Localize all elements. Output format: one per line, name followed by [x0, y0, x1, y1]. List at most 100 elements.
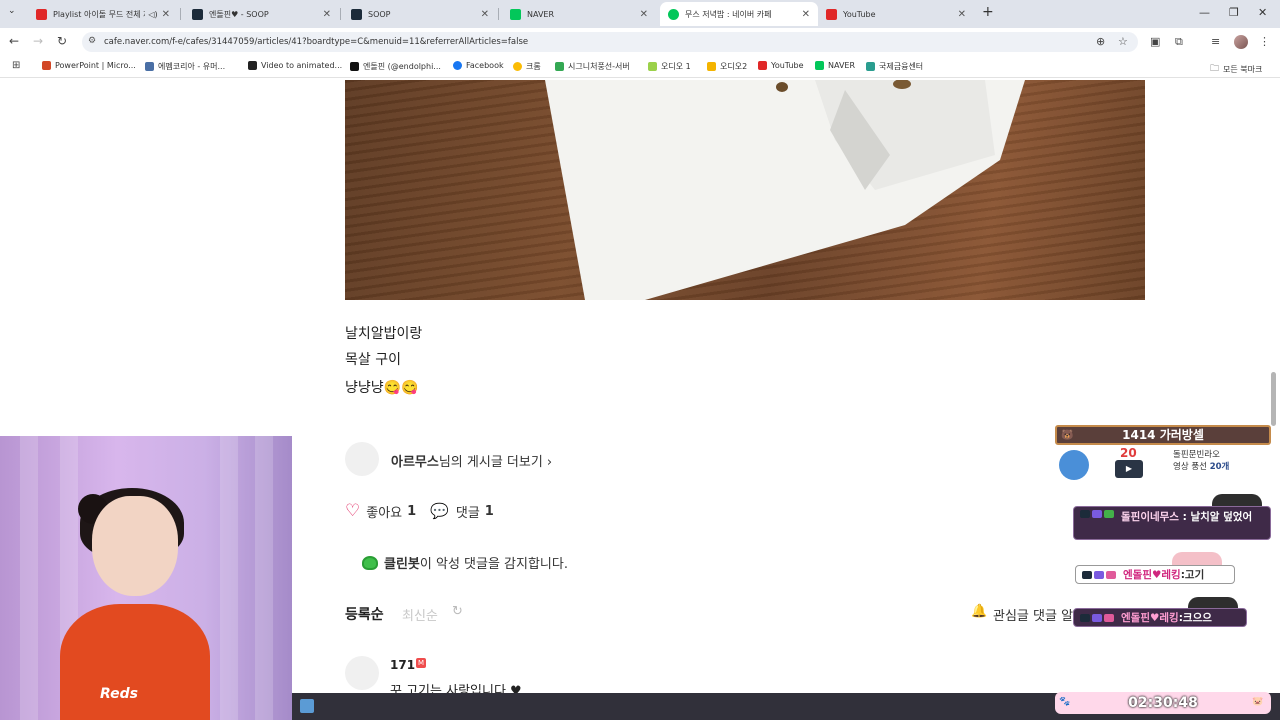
- tab-search-icon[interactable]: ⌄: [8, 6, 16, 16]
- youtube-icon: [758, 61, 767, 70]
- extension-icon[interactable]: ▣: [1150, 35, 1160, 48]
- tab-soop-endolphin[interactable]: 엔돌핀♥ - SOOP ✕: [184, 2, 339, 26]
- close-window-icon[interactable]: ✕: [1258, 6, 1267, 19]
- chat-username: 엔돌핀♥레킹: [1123, 569, 1181, 581]
- curtain-decoration: [255, 436, 273, 720]
- youtube-icon: [36, 8, 47, 20]
- webcam-overlay: Reds: [0, 436, 292, 720]
- finance-icon: [866, 62, 875, 71]
- cleanbot-name: 클린봇: [384, 557, 420, 572]
- reaction-row: ♡ 좋아요 1 💬 댓글 1: [345, 501, 508, 521]
- badge-icon: [1094, 570, 1104, 579]
- post-text-line: 목살 구이: [345, 352, 401, 368]
- new-tab-button[interactable]: +: [982, 4, 994, 20]
- chat-text: 날치알 덮었어: [1190, 511, 1253, 523]
- facebook-icon: [453, 61, 462, 70]
- media-control-icon[interactable]: ≡: [1211, 35, 1220, 48]
- watch-comment-toggle[interactable]: 관심글 댓글 알림: [993, 605, 1085, 624]
- bell-icon[interactable]: 🔔: [971, 604, 987, 619]
- bookmark-item[interactable]: 시그니처풍선-서버: [555, 61, 630, 72]
- badge-icon: [1104, 613, 1114, 622]
- bookmark-label: NAVER: [828, 61, 856, 70]
- comment-bubble-icon[interactable]: 💬: [430, 502, 449, 520]
- bookmark-item[interactable]: Video to animated...: [248, 61, 342, 70]
- close-tab-icon[interactable]: ✕: [802, 9, 810, 20]
- audio-icon: [707, 62, 716, 71]
- profile-avatar[interactable]: [1234, 35, 1248, 49]
- menu-icon[interactable]: ⋮: [1259, 35, 1270, 48]
- reload-icon[interactable]: ↻: [57, 34, 67, 48]
- badge-icon: [1104, 510, 1114, 518]
- bookmark-item[interactable]: YouTube: [758, 61, 804, 70]
- bear-icon: 🐻: [1061, 430, 1074, 441]
- puzzle-icon[interactable]: ⧉: [1175, 35, 1183, 49]
- chat-message: 돌핀이네무스 : 날치알 덮었어: [1073, 506, 1271, 540]
- tab-naver[interactable]: NAVER ✕: [502, 2, 656, 26]
- page-scrollbar[interactable]: [1271, 372, 1276, 426]
- chat-badges: [1080, 510, 1116, 518]
- comment-label[interactable]: 댓글: [456, 502, 480, 521]
- shirt-logo-text: Reds: [100, 686, 138, 702]
- comment-nickname[interactable]: 171: [390, 658, 415, 672]
- article-photo[interactable]: [345, 80, 1145, 300]
- bookmark-item[interactable]: NAVER: [815, 61, 855, 70]
- close-tab-icon[interactable]: ✕: [958, 9, 966, 20]
- taskbar-app-icon[interactable]: [300, 699, 314, 713]
- sort-newest-tab[interactable]: 최신순: [402, 605, 438, 624]
- video-icon: [248, 61, 257, 70]
- close-tab-icon[interactable]: ✕: [162, 9, 170, 20]
- bookmark-item[interactable]: 크롬: [513, 61, 541, 72]
- bookmark-label: 시그니처풍선-서버: [568, 62, 630, 71]
- site-info-icon[interactable]: ⚙: [88, 36, 96, 46]
- chrome-icon: [513, 62, 522, 71]
- stream-timer: 02:30:48: [1055, 692, 1271, 714]
- badge-icon: [1092, 613, 1102, 622]
- promo-title: 돌핀문빈라오: [1173, 450, 1220, 460]
- tab-title: YouTube: [843, 9, 876, 19]
- back-icon[interactable]: ←: [9, 34, 19, 48]
- badge-icon: [1106, 570, 1116, 579]
- close-tab-icon[interactable]: ✕: [640, 9, 648, 20]
- heart-icon[interactable]: ♡: [345, 501, 360, 521]
- zoom-icon[interactable]: ⊕: [1096, 35, 1105, 48]
- naver-icon: [815, 61, 824, 70]
- tab-soop[interactable]: SOOP ✕: [343, 2, 497, 26]
- cleanbot-icon: [362, 555, 378, 570]
- tab-naver-cafe[interactable]: 무스 저녁밥 : 네이버 카페 ✕: [660, 2, 818, 26]
- tab-playlist[interactable]: Playlist 아이돌 무드 전체 재생 ◁) ✕: [28, 2, 178, 26]
- comment-avatar[interactable]: [345, 656, 379, 690]
- close-tab-icon[interactable]: ✕: [481, 9, 489, 20]
- tab-youtube[interactable]: YouTube ✕: [818, 2, 974, 26]
- sort-registered-tab[interactable]: 등록순: [345, 604, 384, 624]
- bookmark-item[interactable]: Facebook: [453, 61, 504, 70]
- refresh-icon[interactable]: ↻: [452, 604, 463, 619]
- naver-cafe-icon: [668, 8, 679, 20]
- bookmark-label: YouTube: [771, 61, 804, 70]
- bookmarks-bar: ⊞ PowerPoint | Micro... 에펨코리아 - 유머... Vi…: [0, 56, 1280, 78]
- like-count: 1: [407, 503, 417, 519]
- cleanbot-text: 이 악성 댓글을 감지합니다.: [419, 557, 568, 572]
- fmkorea-icon: [145, 62, 154, 71]
- tab-title: SOOP: [368, 9, 391, 19]
- bookmark-item[interactable]: 엔돌핀 (@endolphi...: [350, 61, 441, 72]
- bookmark-item[interactable]: 오디오2: [707, 61, 747, 72]
- forward-icon[interactable]: →: [33, 34, 43, 48]
- close-tab-icon[interactable]: ✕: [323, 9, 331, 20]
- bookmark-item[interactable]: 국제금융센터: [866, 61, 923, 72]
- post-text-line: 날치알밥이랑: [345, 326, 423, 342]
- bookmark-item[interactable]: 에펨코리아 - 유머...: [145, 61, 225, 72]
- tab-divider: [180, 8, 181, 20]
- author-avatar[interactable]: [345, 442, 379, 476]
- bookmark-star-icon[interactable]: ☆: [1118, 35, 1128, 48]
- author-more-posts-link[interactable]: 아르무스님의 게시글 더보기 ›: [391, 451, 552, 470]
- bookmark-label: 크롬: [526, 62, 541, 71]
- like-label[interactable]: 좋아요: [366, 502, 402, 521]
- all-bookmarks[interactable]: 🗀 모든 북마크: [1210, 61, 1262, 77]
- mascot-icon: [1059, 450, 1089, 480]
- restore-icon[interactable]: ❐: [1229, 6, 1239, 19]
- bookmark-item[interactable]: PowerPoint | Micro...: [42, 61, 136, 70]
- bookmark-item[interactable]: 오디오 1: [648, 61, 691, 72]
- apps-grid-icon[interactable]: ⊞: [12, 60, 20, 71]
- url-field[interactable]: ⚙ cafe.naver.com/f-e/cafes/31447059/arti…: [82, 32, 1138, 52]
- minimize-icon[interactable]: —: [1199, 6, 1210, 19]
